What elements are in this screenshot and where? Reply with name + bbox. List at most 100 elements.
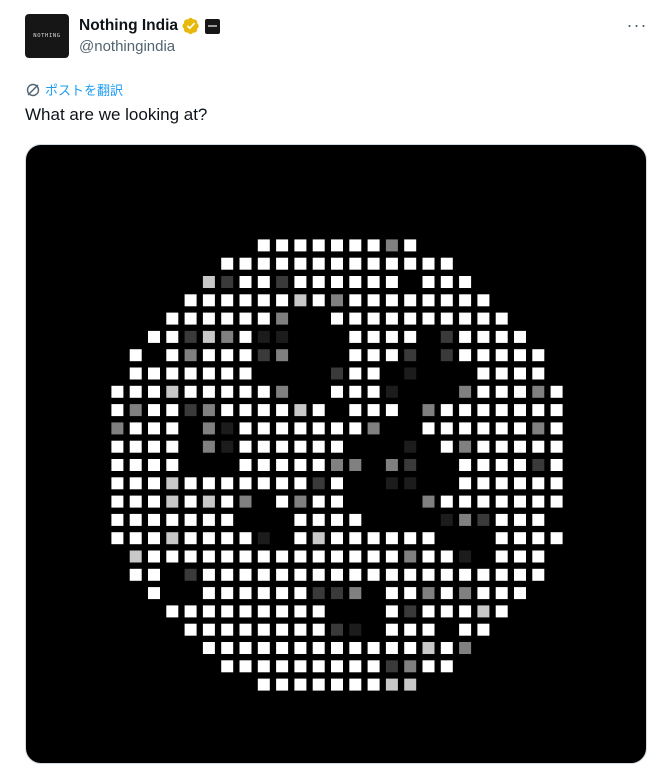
globe-pixel xyxy=(404,349,417,362)
globe-pixel xyxy=(276,623,289,636)
globe-pixel xyxy=(477,440,490,453)
globe-pixel xyxy=(148,385,160,398)
globe-pixel xyxy=(404,459,417,471)
globe-pixel xyxy=(294,532,307,545)
globe-pixel xyxy=(276,605,289,618)
globe-pixel xyxy=(495,550,508,563)
globe-pixel xyxy=(148,550,160,563)
globe-pixel xyxy=(294,495,307,508)
globe-pixel xyxy=(221,568,234,581)
globe-pixel xyxy=(312,660,325,673)
globe-pixel xyxy=(331,568,343,581)
globe-pixel xyxy=(221,257,234,270)
globe-pixel xyxy=(459,477,472,490)
verified-badge-icon[interactable] xyxy=(182,17,200,35)
globe-pixel xyxy=(404,550,417,563)
globe-pixel xyxy=(385,532,398,545)
globe-pixel xyxy=(385,550,398,563)
globe-pixel xyxy=(495,404,508,417)
globe-pixel xyxy=(477,330,490,343)
display-name[interactable]: Nothing India xyxy=(79,17,178,35)
globe-pixel xyxy=(349,422,362,435)
globe-pixel xyxy=(532,550,545,563)
author-name-row[interactable]: Nothing India xyxy=(79,15,221,37)
globe-pixel xyxy=(385,678,398,691)
globe-pixel xyxy=(404,257,417,270)
globe-pixel xyxy=(550,422,563,435)
globe-pixel xyxy=(239,623,252,636)
globe-pixel xyxy=(349,385,362,398)
globe-pixel xyxy=(202,495,215,508)
globe-pixel xyxy=(331,276,343,288)
affiliate-badge-icon[interactable] xyxy=(205,18,221,34)
tweet-card[interactable]: NOTHING Nothing India @nothingindia ··· … xyxy=(0,0,662,775)
globe-pixel xyxy=(532,404,545,417)
globe-pixel xyxy=(184,349,197,362)
globe-pixel xyxy=(184,404,197,417)
globe-pixel xyxy=(532,440,545,453)
globe-pixel xyxy=(184,623,197,636)
globe-pixel xyxy=(129,550,142,563)
globe-pixel xyxy=(440,440,453,453)
avatar[interactable]: NOTHING xyxy=(25,14,69,58)
globe-pixel xyxy=(404,239,417,252)
globe-pixel xyxy=(221,532,234,545)
globe-pixel xyxy=(257,349,270,362)
globe-pixel xyxy=(477,404,490,417)
globe-pixel xyxy=(367,349,380,362)
more-options-button[interactable]: ··· xyxy=(624,14,650,36)
globe-pixel xyxy=(312,587,325,600)
globe-pixel xyxy=(440,422,453,435)
globe-pixel xyxy=(276,385,289,398)
globe-pixel xyxy=(459,568,472,581)
globe-pixel xyxy=(166,550,179,563)
globe-pixel xyxy=(239,605,252,618)
globe-pixel xyxy=(166,459,179,471)
globe-pixel xyxy=(422,568,435,581)
globe-pixel xyxy=(312,550,325,563)
globe-pixel xyxy=(312,477,325,490)
globe-pixel xyxy=(257,587,270,600)
globe-pixel xyxy=(312,404,325,417)
globe-pixel xyxy=(349,239,362,252)
globe-pixel xyxy=(477,312,490,325)
globe-pixel xyxy=(111,459,124,471)
globe-pixel xyxy=(202,550,215,563)
tweet-media-image[interactable] xyxy=(25,144,647,764)
globe-pixel xyxy=(477,587,490,600)
globe-pixel xyxy=(294,642,307,654)
globe-pixel xyxy=(312,294,325,307)
author-handle[interactable]: @nothingindia xyxy=(79,38,175,55)
globe-pixel xyxy=(367,330,380,343)
globe-pixel xyxy=(440,550,453,563)
globe-pixel xyxy=(532,532,545,545)
globe-pixel xyxy=(532,367,545,380)
globe-pixel xyxy=(331,660,343,673)
globe-pixel xyxy=(111,532,124,545)
globe-pixel xyxy=(257,239,270,252)
globe-pixel xyxy=(422,422,435,435)
globe-pixel xyxy=(239,276,252,288)
globe-pixel xyxy=(331,367,343,380)
globe-pixel xyxy=(422,532,435,545)
globe-pixel xyxy=(276,276,289,288)
globe-pixel xyxy=(312,276,325,288)
globe-pixel xyxy=(385,477,398,490)
globe-pixel xyxy=(550,532,563,545)
globe-pixel xyxy=(385,239,398,252)
globe-pixel xyxy=(495,385,508,398)
globe-pixel xyxy=(257,276,270,288)
globe-pixel xyxy=(532,349,545,362)
globe-pixel xyxy=(294,276,307,288)
globe-pixel xyxy=(532,422,545,435)
globe-pixel xyxy=(111,495,124,508)
globe-pixel xyxy=(422,294,435,307)
globe-pixel xyxy=(495,513,508,526)
globe-pixel xyxy=(440,513,453,526)
globe-pixel xyxy=(550,477,563,490)
globe-pixel xyxy=(367,312,380,325)
globe-pixel xyxy=(349,678,362,691)
translate-post-link[interactable]: ポストを翻訳 xyxy=(25,80,123,99)
globe-pixel xyxy=(385,404,398,417)
globe-pixel xyxy=(477,495,490,508)
